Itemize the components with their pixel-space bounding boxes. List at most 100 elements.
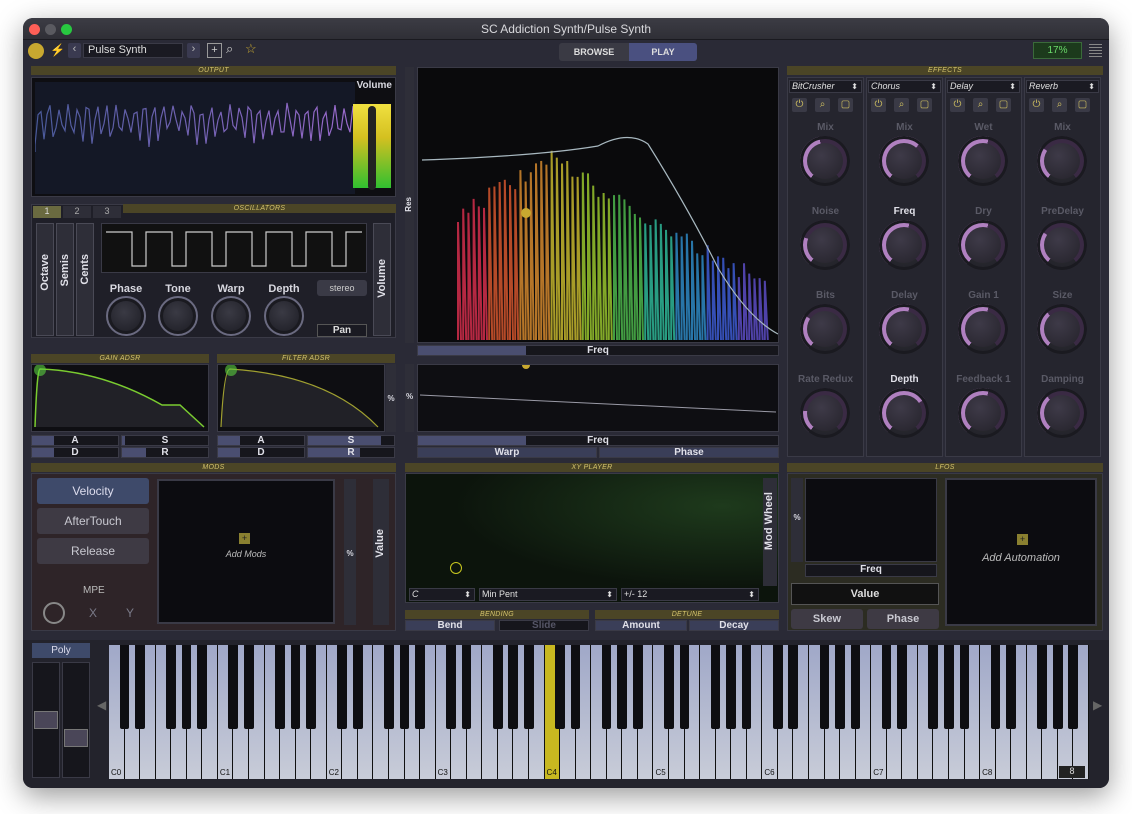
black-key[interactable] [960,645,970,729]
black-key[interactable] [1037,645,1047,729]
fx-4-power-icon[interactable]: ⏻ [1029,98,1044,112]
black-key[interactable] [353,645,363,729]
mod-value-slider[interactable]: Value [373,479,389,625]
mpe-knob[interactable] [43,602,65,624]
key-select[interactable]: C [409,588,475,601]
fx-knob-mix[interactable] [879,136,929,186]
release-button[interactable]: Release [37,538,149,564]
fx-1-expand-icon[interactable]: ▢ [838,98,853,112]
black-key[interactable] [555,645,565,729]
slide-slider[interactable]: Slide [499,620,589,631]
fx-knob-rate-redux[interactable] [800,388,850,438]
fx-knob-bits[interactable] [800,304,850,354]
fx-4-expand-icon[interactable]: ▢ [1075,98,1090,112]
fx-knob-noise[interactable] [800,220,850,270]
add-automation-icon[interactable]: + [1017,534,1028,545]
osc-tab-3[interactable]: 3 [93,206,121,218]
black-key[interactable] [944,645,954,729]
black-key[interactable] [524,645,534,729]
aftertouch-button[interactable]: AfterTouch [37,508,149,534]
filter-spectrum[interactable] [417,67,779,343]
fx-type-select-2[interactable]: Chorus [868,80,941,93]
black-key[interactable] [166,645,176,729]
osc-knob-warp[interactable] [211,296,251,336]
black-key[interactable] [197,645,207,729]
add-preset-icon[interactable]: + [207,43,222,58]
lfo-skew-button[interactable]: Skew [791,609,863,629]
add-mod-icon[interactable]: + [239,533,250,544]
stereo-button[interactable]: stereo [317,280,367,296]
preset-select[interactable]: Pulse Synth [83,43,183,58]
black-key[interactable] [835,645,845,729]
fx-knob-predelay[interactable] [1037,220,1087,270]
osc-knob-phase[interactable] [106,296,146,336]
search-icon[interactable]: ⌕ [226,41,233,57]
black-key[interactable] [664,645,674,729]
black-key[interactable] [851,645,861,729]
black-key[interactable] [1068,645,1078,729]
gain-release-slider[interactable]: R [121,447,209,458]
black-key[interactable] [788,645,798,729]
mod-wheel[interactable]: Mod Wheel [763,478,777,586]
gain-sustain-slider[interactable]: S [121,435,209,446]
fx-1-search-icon[interactable]: ⌕ [815,98,830,112]
bolt-icon[interactable]: ⚡ [50,43,65,57]
black-key[interactable] [306,645,316,729]
fx-knob-delay[interactable] [879,304,929,354]
prev-preset-button[interactable]: ‹ [68,43,81,58]
fx-3-expand-icon[interactable]: ▢ [996,98,1011,112]
amount-slider[interactable]: Amount [595,620,687,631]
fx-2-power-icon[interactable]: ⏻ [871,98,886,112]
pan-slider[interactable]: Pan [317,324,367,337]
lower-freq-slider[interactable]: Freq [417,435,779,446]
osc-volume-slider[interactable]: Volume [373,223,391,336]
black-key[interactable] [384,645,394,729]
black-key[interactable] [228,645,238,729]
osc-knob-tone[interactable] [158,296,198,336]
lfo-freq-slider[interactable]: Freq [805,564,937,577]
fx-2-expand-icon[interactable]: ▢ [917,98,932,112]
filter-sustain-slider[interactable]: S [307,435,395,446]
black-key[interactable] [711,645,721,729]
black-key[interactable] [928,645,938,729]
black-key[interactable] [1006,645,1016,729]
fx-type-select-1[interactable]: BitCrusher [789,80,862,93]
black-key[interactable] [244,645,254,729]
xy-cursor[interactable] [450,562,462,574]
fx-1-power-icon[interactable]: ⏻ [792,98,807,112]
lower-warp-slider[interactable]: Warp [417,447,597,458]
filter-decay-slider[interactable]: D [217,447,305,458]
filter-release-slider[interactable]: R [307,447,395,458]
octave-down-icon[interactable]: ◀ [97,698,106,712]
fx-type-select-4[interactable]: Reverb [1026,80,1099,93]
lfo-phase-button[interactable]: Phase [867,609,939,629]
fx-2-search-icon[interactable]: ⌕ [894,98,909,112]
black-key[interactable] [742,645,752,729]
osc-tab-2[interactable]: 2 [63,206,91,218]
browse-button[interactable]: BROWSE [559,43,629,61]
velocity-button[interactable]: Velocity [37,478,149,504]
lower-graph[interactable] [417,364,779,432]
next-preset-button[interactable]: › [187,43,200,58]
fx-4-search-icon[interactable]: ⌕ [1052,98,1067,112]
black-key[interactable] [617,645,627,729]
black-key[interactable] [897,645,907,729]
black-key[interactable] [726,645,736,729]
range-select[interactable]: +/- 12 [621,588,759,601]
filter-handle[interactable] [521,208,531,218]
black-key[interactable] [680,645,690,729]
res-slider[interactable]: Res [405,67,414,343]
scale-select[interactable]: Min Pent [479,588,617,601]
filter-adsr-graph[interactable] [217,364,385,432]
lfo-amount[interactable]: % [791,478,803,562]
bend-slider[interactable]: Bend [405,620,495,631]
mod-wheel-strip[interactable] [62,662,90,778]
black-key[interactable] [602,645,612,729]
osc-knob-depth[interactable] [264,296,304,336]
mpe-x-label[interactable]: X [89,606,97,620]
filter-freq-slider[interactable]: Freq [417,345,779,356]
black-key[interactable] [337,645,347,729]
fx-knob-feedback-1[interactable] [958,388,1008,438]
filter-env-amount[interactable]: % [386,364,396,432]
piano-keyboard[interactable]: C0 C1 C2 C3 C4 C5 C6 C7 C8 [109,645,1089,779]
